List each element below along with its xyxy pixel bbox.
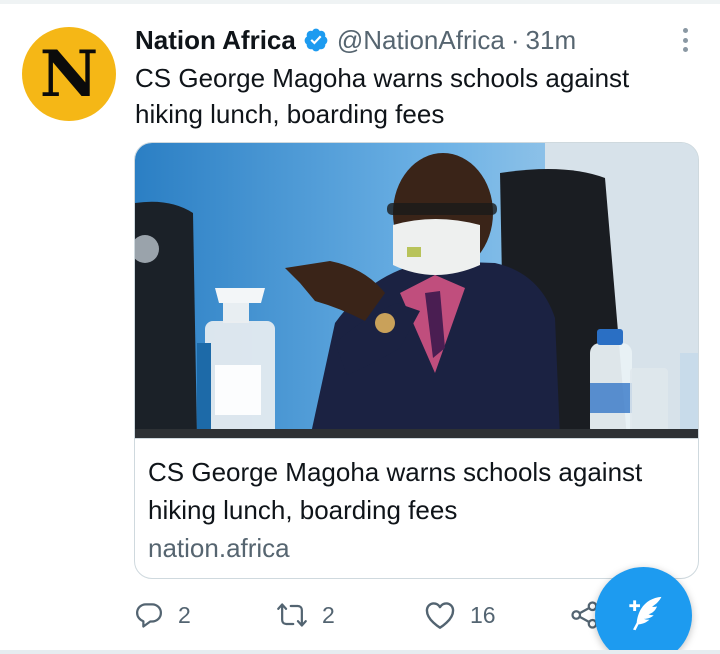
retweet-button[interactable]: 2 [276, 596, 335, 634]
tweet-actions: 2 2 16 [134, 596, 614, 634]
like-button[interactable]: 16 [424, 596, 496, 634]
timestamp[interactable]: 31m [526, 25, 577, 56]
tweet-text: CS George Magoha warns schools against h… [135, 63, 630, 129]
retweet-icon [276, 600, 308, 630]
display-name[interactable]: Nation Africa [135, 25, 296, 56]
verified-badge-icon [303, 27, 329, 53]
card-image [135, 143, 698, 438]
handle[interactable]: @NationAfrica [337, 25, 505, 56]
retweet-count: 2 [322, 601, 335, 628]
link-card[interactable]: CS George Magoha warns schools against h… [134, 142, 699, 579]
reply-icon [134, 600, 164, 630]
like-count: 16 [470, 601, 496, 628]
more-icon[interactable] [677, 28, 693, 52]
tweet-header: Nation Africa @NationAfrica · 31m [135, 22, 576, 58]
avatar-logo-letter: N [39, 37, 99, 112]
card-title: CS George Magoha warns schools against h… [148, 457, 643, 525]
reply-button[interactable]: 2 [134, 596, 191, 634]
top-divider [0, 0, 720, 4]
compose-tweet-icon [622, 591, 666, 640]
compose-tweet-button[interactable] [595, 567, 692, 654]
avatar[interactable]: N [22, 27, 116, 121]
bottom-divider [0, 650, 720, 654]
reply-count: 2 [178, 601, 191, 628]
card-domain: nation.africa [148, 533, 290, 563]
separator-dot: · [510, 24, 520, 55]
card-body: CS George Magoha warns schools against h… [135, 438, 698, 578]
like-icon [424, 600, 456, 630]
